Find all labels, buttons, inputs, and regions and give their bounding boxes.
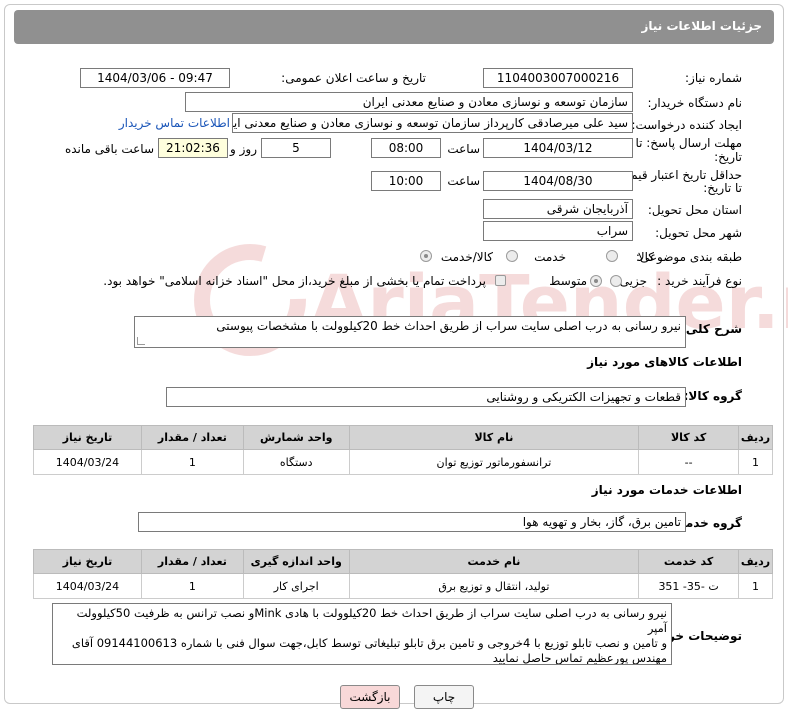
process-option-minor-radio[interactable] [610,275,622,287]
services-group-field: تامین برق، گاز، بخار و تهویه هوا [138,512,686,532]
services-table-header: ردیف کد خدمت نام خدمت واحد اندازه گیری ت… [33,549,773,574]
description-text: نیرو رسانی به درب اصلی سایت سراب از طریق… [216,319,681,333]
price-validity-time-field: 10:00 [371,171,441,191]
services-col-name: نام خدمت [348,549,640,574]
reply-deadline-label-2: تاریخ: [714,150,742,164]
services-col-row: ردیف [738,549,773,574]
goods-table: ردیف کد کالا نام کالا واحد شمارش تعداد /… [33,425,773,475]
buyer-notes-line-3: مهندس پورعظیم تماس حاصل نمایید [492,651,667,665]
delivery-city-field: سراب [483,221,633,241]
services-cell-code: ت -35- 351 [638,573,740,599]
services-cell-unit: اجرای کار [242,573,350,599]
goods-col-name: نام کالا [348,425,640,450]
need-number-label: شماره نیاز: [685,71,742,85]
requester-field: سید علی میرصادقی کارپرداز سازمان توسعه و… [232,113,633,133]
treasury-payment-note: پرداخت تمام یا بخشی از مبلغ خرید،از محل … [103,274,486,288]
goods-col-code: کد کالا [638,425,740,450]
reply-time-field: 08:00 [371,138,441,158]
buyer-org-field: سازمان توسعه و نوسازی معادن و صنایع معدن… [185,92,633,112]
price-validity-date-field: 1404/08/30 [483,171,633,191]
buyer-notes-line-1: نیرو رسانی به درب اصلی سایت سراب از طریق… [76,606,667,635]
goods-col-qty: تعداد / مقدار [140,425,244,450]
print-button[interactable]: چاپ [414,685,474,709]
services-col-unit: واحد اندازه گیری [242,549,350,574]
services-col-date: تاریخ نیاز [33,549,142,574]
category-option-goods-label: کالا [637,250,654,264]
reply-days-label: روز و [230,142,257,156]
category-option-both-radio[interactable] [420,250,432,262]
services-col-code: کد خدمت [638,549,740,574]
requester-label: ایجاد کننده درخواست: [631,118,742,132]
table-row: 1 ت -35- 351 تولید، انتقال و توزیع برق ا… [33,573,773,599]
category-option-goods-radio[interactable] [606,250,618,262]
announce-datetime-label: تاریخ و ساعت اعلان عمومی: [281,71,426,85]
buyer-contact-link[interactable]: اطلاعات تماس خریدار [119,116,230,130]
goods-cell-date: 1404/03/24 [33,449,142,475]
price-validity-time-label: ساعت [447,174,480,188]
services-section-title: اطلاعات خدمات مورد نیاز [591,483,742,497]
remaining-time-label: ساعت باقی مانده [64,142,154,156]
services-cell-row: 1 [738,573,773,599]
description-textarea: نیرو رسانی به درب اصلی سایت سراب از طریق… [134,316,686,348]
services-cell-qty: 1 [140,573,244,599]
goods-col-unit: واحد شمارش [242,425,350,450]
goods-cell-name: ترانسفورماتور توزیع توان [348,449,640,475]
table-row: 1 -- ترانسفورماتور توزیع توان دستگاه 1 1… [33,449,773,475]
buyer-notes-textarea: نیرو رسانی به درب اصلی سایت سراب از طریق… [52,603,672,665]
goods-col-date: تاریخ نیاز [33,425,142,450]
goods-group-field: قطعات و تجهیزات الکتریکی و روشنایی [166,387,686,407]
process-option-medium-radio[interactable] [590,275,602,287]
category-option-both-label: کالا/خدمت [440,250,493,264]
treasury-payment-checkbox[interactable] [495,275,506,286]
goods-table-header: ردیف کد کالا نام کالا واحد شمارش تعداد /… [33,425,773,450]
remaining-time-field: 21:02:36 [158,138,228,158]
delivery-province-label: استان محل تحویل: [647,203,742,217]
page-title: جزئیات اطلاعات نیاز [14,10,774,44]
goods-section-title: اطلاعات کالاهای مورد نیاز [587,355,742,369]
services-col-qty: تعداد / مقدار [140,549,244,574]
price-validity-label-2: تا تاریخ: [703,181,742,195]
goods-cell-qty: 1 [140,449,244,475]
reply-days-field: 5 [261,138,331,158]
buyer-org-label: نام دستگاه خریدار: [647,96,743,110]
need-number-field: 1104003007000216 [483,68,633,88]
process-option-minor-label: جزیی [619,274,647,288]
goods-col-row: ردیف [738,425,773,450]
reply-date-field: 1404/03/12 [483,138,633,158]
announce-datetime-field: 1404/03/06 - 09:47 [80,68,230,88]
delivery-province-field: آذربایجان شرقی [483,199,633,219]
reply-time-label: ساعت [447,142,480,156]
services-cell-date: 1404/03/24 [33,573,142,599]
category-option-service-label: خدمت [534,250,566,264]
resize-grip-icon [137,337,145,345]
goods-cell-row: 1 [738,449,773,475]
services-cell-name: تولید، انتقال و توزیع برق [348,573,640,599]
services-table: ردیف کد خدمت نام خدمت واحد اندازه گیری ت… [33,549,773,599]
goods-cell-code: -- [638,449,740,475]
category-option-service-radio[interactable] [506,250,518,262]
reply-deadline-label: مهلت ارسال پاسخ: تا [635,136,742,150]
delivery-city-label: شهر محل تحویل: [655,226,742,240]
back-button[interactable]: بازگشت [340,685,400,709]
goods-cell-unit: دستگاه [242,449,350,475]
process-type-label: نوع فرآیند خرید : [657,274,742,288]
buyer-notes-line-2: و تامین و نصب تابلو توزیع با 4خروجی و تا… [71,636,667,650]
price-validity-label: حداقل تاریخ اعتبار قیمت: [615,168,742,182]
goods-group-label: گروه کالا: [683,389,742,403]
process-option-medium-label: متوسط [549,274,587,288]
